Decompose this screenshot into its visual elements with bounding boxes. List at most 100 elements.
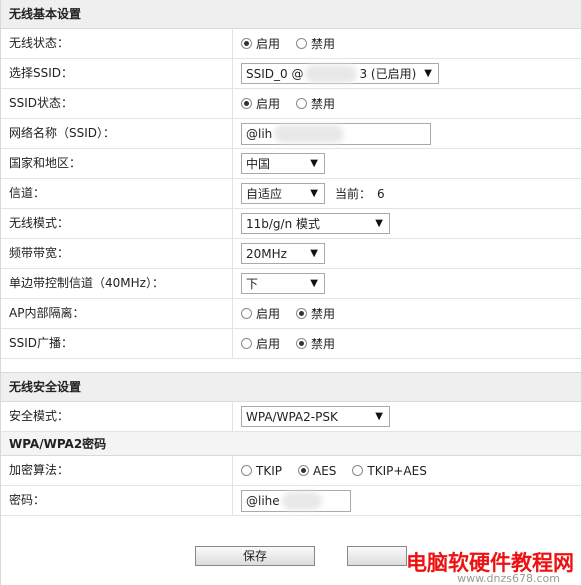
channel-select[interactable]: 自适应 ▼ bbox=[241, 183, 325, 204]
row-wireless-status: 无线状态： 启用 禁用 bbox=[1, 29, 581, 59]
wireless-status-enable-label: 启用 bbox=[256, 37, 281, 51]
current-channel-label: 当前： bbox=[335, 187, 372, 201]
wireless-basic-title: 无线基本设置 bbox=[1, 0, 581, 29]
network-name-label: 网络名称（SSID）： bbox=[1, 119, 233, 148]
country-label: 国家和地区： bbox=[1, 149, 233, 178]
ap-isolation-enable-option[interactable]: 启用 bbox=[241, 305, 280, 322]
ap-isolation-enable-label: 启用 bbox=[256, 307, 281, 321]
ssid-status-disable-label: 禁用 bbox=[311, 97, 336, 111]
wireless-mode-label: 无线模式： bbox=[1, 209, 233, 238]
channel-label: 信道： bbox=[1, 179, 233, 208]
encryption-tkip-aes-option[interactable]: TKIP+AES bbox=[352, 463, 427, 478]
row-country: 国家和地区： 中国 ▼ bbox=[1, 149, 581, 179]
ssid-select-suffix: 3 (已启用) bbox=[359, 67, 417, 81]
chevron-down-icon: ▼ bbox=[310, 158, 318, 169]
sideband-select[interactable]: 下 ▼ bbox=[241, 273, 325, 294]
current-channel-value: 6 bbox=[377, 186, 385, 201]
radio-unchecked-icon[interactable] bbox=[241, 338, 252, 349]
row-network-name: 网络名称（SSID）： @lih bbox=[1, 119, 581, 149]
radio-checked-icon[interactable] bbox=[241, 98, 252, 109]
network-name-input[interactable]: @lih bbox=[241, 122, 431, 145]
country-select[interactable]: 中国 ▼ bbox=[241, 153, 325, 174]
radio-unchecked-icon[interactable] bbox=[352, 465, 364, 476]
wireless-mode-value: 11b/g/n 模式 bbox=[246, 217, 321, 231]
ap-isolation-label: AP内部隔离： bbox=[1, 299, 233, 328]
bandwidth-select[interactable]: 20MHz ▼ bbox=[241, 243, 325, 264]
ssid-status-label: SSID状态： bbox=[1, 89, 233, 118]
password-label: 密码： bbox=[1, 486, 233, 515]
ssid-broadcast-disable-label: 禁用 bbox=[311, 337, 336, 351]
chevron-down-icon: ▼ bbox=[310, 278, 318, 289]
ssid-broadcast-disable-option[interactable]: 禁用 bbox=[296, 335, 335, 352]
ssid-select[interactable]: SSID_0 @ 3 (已启用) ▼ bbox=[241, 63, 439, 84]
ssid-status-disable-option[interactable]: 禁用 bbox=[296, 95, 335, 112]
wpa-password-title: WPA/WPA2密码 bbox=[1, 432, 581, 456]
wireless-status-label: 无线状态： bbox=[1, 29, 233, 58]
chevron-down-icon: ▼ bbox=[424, 68, 432, 79]
settings-panel: 无线基本设置 无线状态： 启用 禁用 选择SSID： SSID_0 @ 3 (已… bbox=[0, 0, 582, 585]
encryption-label: 加密算法： bbox=[1, 456, 233, 485]
watermark-url: www.dnzs678.com bbox=[457, 572, 560, 585]
ssid-select-value: SSID_0 @ bbox=[246, 66, 304, 81]
redacted-blur bbox=[281, 491, 322, 510]
radio-unchecked-icon[interactable] bbox=[241, 308, 252, 319]
chevron-down-icon: ▼ bbox=[375, 218, 383, 229]
radio-unchecked-icon[interactable] bbox=[296, 38, 308, 49]
wireless-status-disable-label: 禁用 bbox=[311, 37, 336, 51]
second-button[interactable] bbox=[347, 546, 407, 566]
network-name-value: @lih bbox=[246, 126, 273, 141]
ssid-broadcast-enable-option[interactable]: 启用 bbox=[241, 335, 280, 352]
radio-checked-icon[interactable] bbox=[296, 308, 308, 319]
encryption-tkip-aes-label: TKIP+AES bbox=[367, 463, 427, 478]
security-mode-value: WPA/WPA2-PSK bbox=[246, 409, 338, 424]
ssid-broadcast-enable-label: 启用 bbox=[256, 337, 281, 351]
wireless-status-enable-option[interactable]: 启用 bbox=[241, 35, 280, 52]
channel-select-value: 自适应 bbox=[246, 187, 283, 201]
password-value: @lihe bbox=[246, 493, 280, 508]
ap-isolation-disable-option[interactable]: 禁用 bbox=[296, 305, 335, 322]
row-encryption: 加密算法： TKIP AES TKIP+AES bbox=[1, 456, 581, 486]
select-ssid-label: 选择SSID： bbox=[1, 59, 233, 88]
security-mode-select[interactable]: WPA/WPA2-PSK ▼ bbox=[241, 406, 390, 427]
row-select-ssid: 选择SSID： SSID_0 @ 3 (已启用) ▼ bbox=[1, 59, 581, 89]
encryption-tkip-label: TKIP bbox=[256, 463, 282, 478]
radio-unchecked-icon[interactable] bbox=[241, 465, 252, 476]
redacted-blur bbox=[305, 64, 358, 83]
ap-isolation-disable-label: 禁用 bbox=[311, 307, 336, 321]
chevron-down-icon: ▼ bbox=[310, 188, 318, 199]
encryption-tkip-option[interactable]: TKIP bbox=[241, 464, 282, 478]
password-input[interactable]: @lihe bbox=[241, 489, 351, 512]
encryption-aes-option[interactable]: AES bbox=[297, 463, 337, 478]
row-sideband: 单边带控制信道（40MHz）： 下 ▼ bbox=[1, 269, 581, 299]
radio-checked-icon[interactable] bbox=[297, 465, 309, 476]
security-mode-label: 安全模式： bbox=[1, 402, 233, 431]
sideband-value: 下 bbox=[246, 277, 259, 291]
bandwidth-value: 20MHz bbox=[246, 246, 287, 261]
ssid-broadcast-label: SSID广播： bbox=[1, 329, 233, 358]
chevron-down-icon: ▼ bbox=[375, 411, 383, 422]
country-select-value: 中国 bbox=[246, 157, 271, 171]
sideband-label: 单边带控制信道（40MHz）： bbox=[1, 269, 233, 298]
section-spacer bbox=[1, 359, 581, 373]
chevron-down-icon: ▼ bbox=[310, 248, 318, 259]
encryption-aes-label: AES bbox=[312, 463, 337, 478]
wireless-status-disable-option[interactable]: 禁用 bbox=[296, 35, 335, 52]
row-channel: 信道： 自适应 ▼ 当前： 6 bbox=[1, 179, 581, 209]
ssid-status-enable-label: 启用 bbox=[256, 97, 281, 111]
row-security-mode: 安全模式： WPA/WPA2-PSK ▼ bbox=[1, 402, 581, 432]
row-ssid-status: SSID状态： 启用 禁用 bbox=[1, 89, 581, 119]
wireless-mode-select[interactable]: 11b/g/n 模式 ▼ bbox=[241, 213, 390, 234]
radio-unchecked-icon[interactable] bbox=[296, 98, 308, 109]
row-wireless-mode: 无线模式： 11b/g/n 模式 ▼ bbox=[1, 209, 581, 239]
save-button[interactable]: 保存 bbox=[195, 546, 315, 566]
redacted-blur bbox=[274, 124, 345, 143]
bandwidth-label: 频带带宽： bbox=[1, 239, 233, 268]
row-ssid-broadcast: SSID广播： 启用 禁用 bbox=[1, 329, 581, 359]
row-bandwidth: 频带带宽： 20MHz ▼ bbox=[1, 239, 581, 269]
radio-checked-icon[interactable] bbox=[241, 38, 252, 49]
radio-checked-icon[interactable] bbox=[296, 338, 308, 349]
row-password: 密码： @lihe bbox=[1, 486, 581, 516]
row-ap-isolation: AP内部隔离： 启用 禁用 bbox=[1, 299, 581, 329]
wireless-security-title: 无线安全设置 bbox=[1, 373, 581, 402]
ssid-status-enable-option[interactable]: 启用 bbox=[241, 95, 280, 112]
